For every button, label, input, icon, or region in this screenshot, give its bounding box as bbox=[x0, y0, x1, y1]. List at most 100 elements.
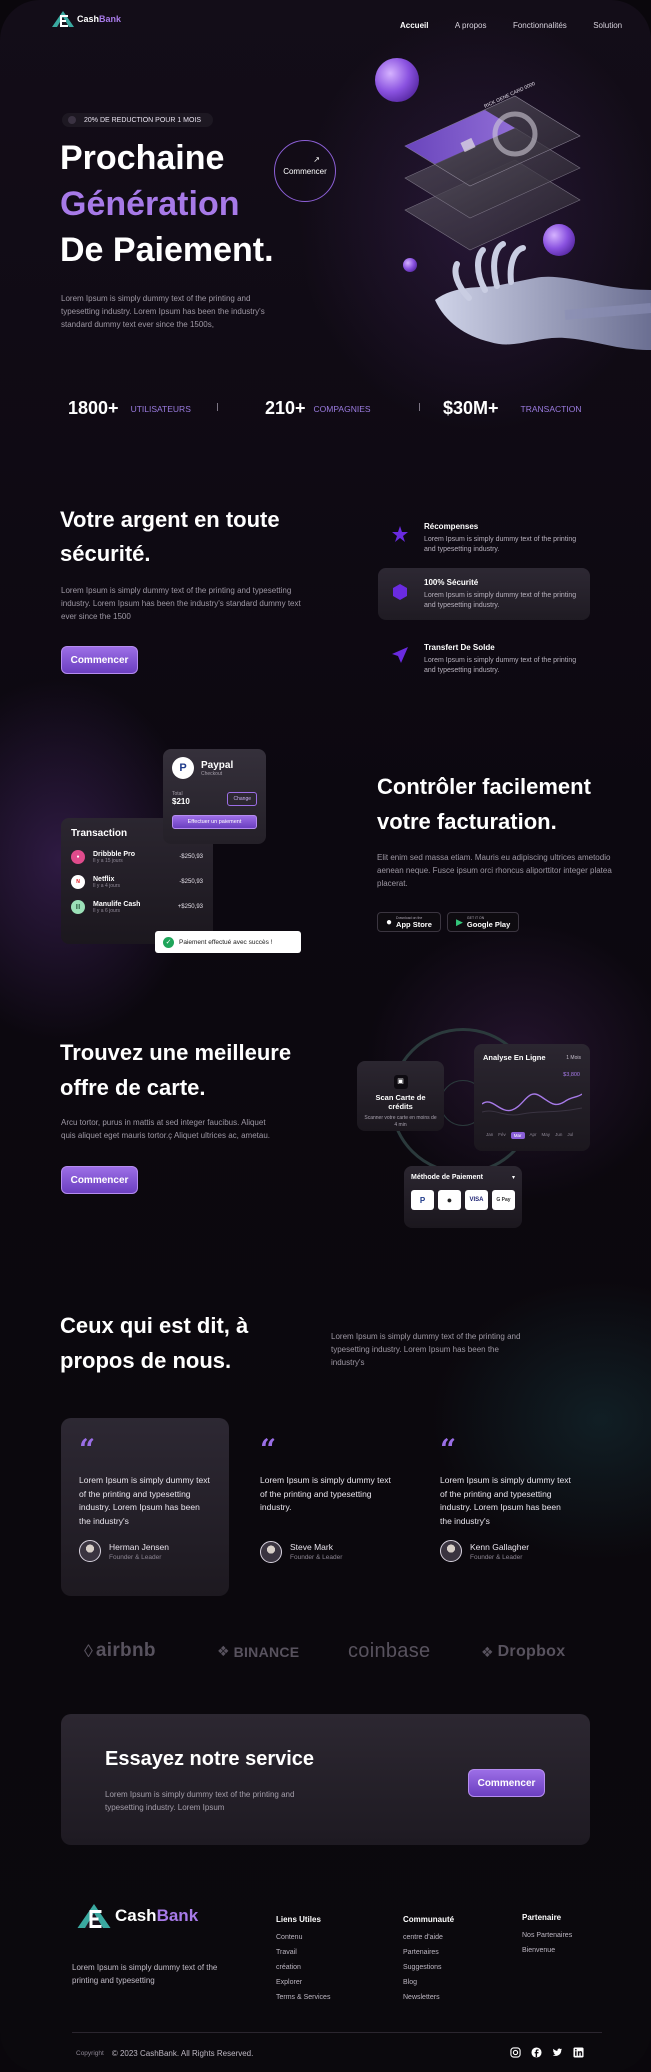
footer-col-title: Partenaire bbox=[522, 1913, 562, 1922]
hero-cta-circle-button[interactable]: ↗ Commencer bbox=[274, 140, 336, 202]
tx-time: Il y a 15 jours bbox=[93, 857, 123, 864]
cashbank-logo-icon bbox=[77, 1904, 111, 1928]
transaction-row: ||| Manulife Cash Il y a 6 jours +$250,93 bbox=[71, 900, 203, 914]
footer-link[interactable]: Travail bbox=[276, 1949, 330, 1956]
footer-link[interactable]: Partenaires bbox=[403, 1949, 454, 1956]
stat-companies-label: COMPAGNIES bbox=[313, 403, 371, 414]
google-play-icon: ▶ bbox=[456, 916, 463, 927]
brand-logo[interactable]: Cash Bank bbox=[52, 11, 121, 27]
google-play-button[interactable]: ▶ GET IT ON Google Play bbox=[447, 912, 520, 932]
footer-link[interactable]: Suggestions bbox=[403, 1964, 454, 1971]
cta-band-text: Lorem Ipsum is simply dummy text of the … bbox=[105, 1790, 295, 1812]
footer-text: Lorem Ipsum is simply dummy text of the … bbox=[72, 1963, 218, 1985]
star-icon bbox=[392, 526, 408, 542]
testimonial-role: Founder & Leader bbox=[290, 1554, 343, 1561]
scan-icon: ▣ bbox=[393, 1075, 408, 1089]
footer-brand-logo[interactable]: Cash Bank bbox=[77, 1904, 198, 1928]
tx-time: Il y a 6 jours bbox=[93, 907, 120, 914]
paypal-pay-button[interactable]: Effectuer un paiement bbox=[172, 815, 257, 829]
feature-security-title: 100% Sécurité bbox=[424, 578, 479, 587]
stat-transaction-label: TRANSACTION bbox=[520, 403, 582, 414]
footer-link[interactable]: centre d'aide bbox=[403, 1934, 454, 1941]
stat-transaction-number: $30M+ bbox=[443, 398, 499, 418]
stat-users-number: 1800+ bbox=[68, 398, 119, 418]
dribbble-icon: ● bbox=[71, 850, 85, 864]
testimonial-name: Kenn Gallagher bbox=[470, 1541, 530, 1552]
testimonial-role: Founder & Leader bbox=[470, 1553, 523, 1561]
footer-link[interactable]: Explorer bbox=[276, 1979, 330, 1986]
facebook-icon[interactable] bbox=[531, 2047, 542, 2058]
security-title-line1: Votre argent en toute bbox=[60, 507, 280, 532]
cta-band-button[interactable]: Commencer bbox=[468, 1769, 545, 1797]
success-toast: ✓ Paiement effectué avec succès ! bbox=[155, 931, 301, 953]
visa-method-icon[interactable]: VISA bbox=[465, 1190, 488, 1210]
cta-band-title: Essayez notre service bbox=[105, 1748, 315, 1770]
footer-link[interactable]: Nos Partenaires bbox=[522, 1932, 572, 1939]
badge-text: 20% DE REDUCTION POUR 1 MOIS bbox=[84, 116, 202, 124]
analyse-line-chart bbox=[482, 1093, 582, 1116]
testimonial-card: “ Lorem Ipsum is simply dummy text of th… bbox=[242, 1418, 410, 1596]
twitter-icon[interactable] bbox=[552, 2047, 563, 2058]
testimonial-card: “ Lorem Ipsum is simply dummy text of th… bbox=[61, 1418, 229, 1596]
testimonials-text: Lorem Ipsum is simply dummy text of the … bbox=[331, 1332, 521, 1367]
feature-transfer: Transfert De Solde Lorem Ipsum is simply … bbox=[378, 633, 590, 686]
landing-page: Cash Bank Accueil A propos Fonctionnalité… bbox=[0, 0, 651, 2072]
month-label-active[interactable]: Mar bbox=[510, 1132, 525, 1139]
hero-title-line2: Génération bbox=[60, 185, 240, 223]
footer-link[interactable]: Contenu bbox=[276, 1934, 330, 1941]
brand-name-b: Bank bbox=[99, 14, 122, 24]
footer-brand-name-a: Cash bbox=[115, 1906, 157, 1925]
tx-amount: +$250,93 bbox=[177, 904, 203, 910]
paypal-total: $210 bbox=[172, 797, 190, 806]
avatar bbox=[79, 1540, 101, 1562]
hero-cta-label: Commencer bbox=[283, 166, 327, 176]
footer-link[interactable]: Newsletters bbox=[403, 1994, 454, 2001]
quote-icon: “ bbox=[440, 1433, 457, 1466]
stat-transaction: $30M+ TRANSACTION bbox=[443, 398, 581, 419]
footer-brand-name-b: Bank bbox=[156, 1906, 199, 1925]
analyse-title: Analyse En Ligne bbox=[483, 1053, 546, 1062]
send-icon bbox=[392, 647, 408, 663]
footer-col-title: Liens Utiles bbox=[276, 1915, 321, 1924]
shield-icon bbox=[393, 584, 407, 600]
stat-users-label: UTILISATEURS bbox=[130, 403, 191, 414]
top-nav: Accueil A propos Fonctionnalités Solutio… bbox=[378, 15, 622, 33]
chevron-down-icon[interactable]: ▾ bbox=[512, 1174, 515, 1181]
footer-link[interactable]: Blog bbox=[403, 1979, 454, 1986]
scan-card: ▣ Scan Carte de crédits Scanner votre ca… bbox=[357, 1061, 444, 1131]
arrow-up-right-icon: ↗ bbox=[313, 155, 320, 164]
paypal-method-icon[interactable]: P bbox=[411, 1190, 434, 1210]
app-store-button[interactable]: ● Download on the App Store bbox=[377, 912, 441, 932]
social-links bbox=[500, 2047, 584, 2058]
badge-dot-icon bbox=[68, 116, 76, 124]
nav-fonctionnalites[interactable]: Fonctionnalités bbox=[513, 21, 567, 30]
payment-methods: P ● VISA G Pay bbox=[411, 1190, 515, 1210]
security-text: Lorem Ipsum is simply dummy text of the … bbox=[61, 586, 301, 621]
check-icon: ✓ bbox=[163, 936, 174, 948]
footer-link[interactable]: création bbox=[276, 1964, 330, 1971]
apple-icon: ● bbox=[386, 916, 393, 928]
footer-link[interactable]: Terms & Services bbox=[276, 1994, 330, 2001]
cta-band: Essayez notre service Lorem Ipsum is sim… bbox=[61, 1714, 590, 1845]
nav-a-propos[interactable]: A propos bbox=[455, 21, 487, 30]
instagram-icon[interactable] bbox=[510, 2047, 521, 2058]
play-text: Google Play bbox=[466, 919, 511, 929]
footer-col-links: Liens Utiles Contenu Travail création Ex… bbox=[276, 1915, 330, 2009]
apple-pay-method-icon[interactable]: ● bbox=[438, 1190, 461, 1210]
gpay-method-icon[interactable]: G Pay bbox=[492, 1190, 515, 1210]
offer-cta-button[interactable]: Commencer bbox=[61, 1166, 138, 1194]
footer-link[interactable]: Bienvenue bbox=[522, 1947, 572, 1954]
testimonial-quote: Lorem Ipsum is simply dummy text of the … bbox=[260, 1475, 391, 1512]
nav-accueil[interactable]: Accueil bbox=[400, 21, 428, 30]
brand-name-a: Cash bbox=[77, 14, 100, 24]
nav-solution[interactable]: Solution bbox=[593, 21, 622, 30]
copyright-label: Copyright bbox=[76, 2050, 104, 2057]
scan-text: Scanner votre carte en moins de 4 min bbox=[364, 1115, 437, 1128]
linkedin-icon[interactable] bbox=[573, 2047, 584, 2058]
feature-transfer-text: Lorem Ipsum is simply dummy text of the … bbox=[424, 657, 577, 674]
analyse-period-select[interactable]: 1 Mois bbox=[566, 1055, 581, 1061]
billing-title-line1: Contrôler facilement bbox=[377, 774, 591, 799]
security-cta-button[interactable]: Commencer bbox=[61, 646, 138, 674]
billing-title-line2: votre facturation. bbox=[377, 809, 557, 834]
paypal-change-button[interactable]: Change bbox=[227, 792, 257, 806]
